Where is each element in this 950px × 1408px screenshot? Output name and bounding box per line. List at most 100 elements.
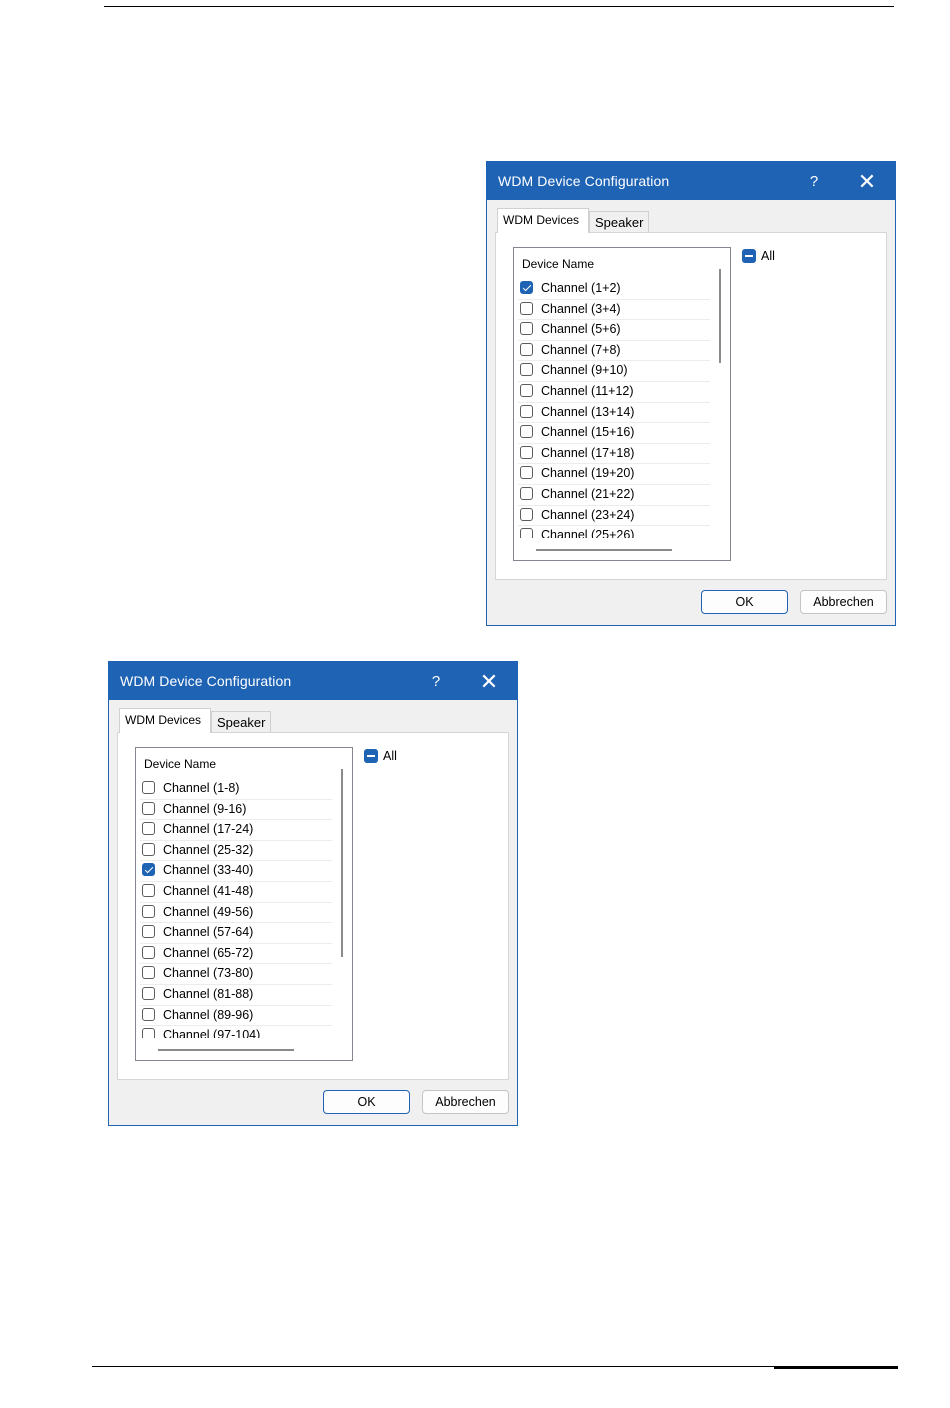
device-item-label: Channel (5+6)	[541, 322, 621, 337]
checked-checkbox-icon[interactable]	[520, 281, 533, 294]
help-button[interactable]: ?	[424, 671, 448, 693]
device-list-item[interactable]: Channel (57-64)	[140, 923, 332, 944]
device-list-item[interactable]: Channel (25+26)	[518, 526, 710, 538]
device-list-item[interactable]: Channel (9+10)	[518, 361, 710, 382]
dialog-title: WDM Device Configuration	[498, 173, 670, 189]
device-list-item[interactable]: Channel (3+4)	[518, 300, 710, 321]
wdm-config-dialog-eight-channel: WDM Device Configuration ? ✕ WDM Devices…	[108, 661, 518, 1126]
indeterminate-checkbox-icon[interactable]	[742, 249, 756, 263]
device-item-label: Channel (33-40)	[163, 863, 254, 878]
checkbox-icon[interactable]	[142, 904, 155, 918]
checkbox-icon[interactable]	[142, 945, 155, 959]
checkbox-icon[interactable]	[520, 363, 533, 377]
device-rows: Channel (1-8) Channel (9-16) Channel (17-2…	[140, 779, 332, 1038]
close-button[interactable]: ✕	[474, 669, 504, 695]
checkbox-icon[interactable]	[142, 842, 155, 856]
device-list-item[interactable]: Channel (19+20)	[518, 464, 710, 485]
cancel-button[interactable]: Abbrechen	[800, 590, 887, 614]
checkbox-icon[interactable]	[520, 383, 533, 397]
checkbox-icon[interactable]	[520, 301, 533, 315]
device-item-label: Channel (41-48)	[163, 883, 254, 898]
device-item-label: Channel (15+16)	[541, 425, 635, 440]
device-list-item[interactable]: Channel (73-80)	[140, 964, 332, 985]
checkbox-icon[interactable]	[520, 528, 533, 538]
dialog-titlebar[interactable]: WDM Device Configuration ? ✕	[487, 162, 895, 200]
tab-speaker[interactable]: Speaker	[589, 211, 649, 233]
device-list-item[interactable]: Channel (17-24)	[140, 820, 332, 841]
close-button[interactable]: ✕	[852, 169, 882, 195]
device-item-label: Channel (25-32)	[163, 842, 254, 857]
device-item-label: Channel (19+20)	[541, 466, 635, 481]
device-list-item[interactable]: Channel (49-56)	[140, 903, 332, 924]
checkbox-icon[interactable]	[142, 781, 155, 794]
device-list-item[interactable]: Channel (11+12)	[518, 382, 710, 403]
column-header-device-name[interactable]: Device Name	[144, 757, 216, 771]
checkbox-icon[interactable]	[520, 507, 533, 521]
device-list-item[interactable]: Channel (1+2)	[518, 279, 710, 300]
checkbox-icon[interactable]	[520, 486, 533, 500]
checked-checkbox-icon[interactable]	[142, 863, 155, 877]
device-item-label: Channel (9-16)	[163, 801, 247, 816]
checkbox-icon[interactable]	[520, 342, 533, 356]
page-footer-rule-accent	[774, 1366, 898, 1369]
cancel-button[interactable]: Abbrechen	[422, 1090, 509, 1114]
ok-button[interactable]: OK	[323, 1090, 410, 1114]
device-list-item[interactable]: Channel (13+14)	[518, 403, 710, 424]
device-list-item[interactable]: Channel (89-96)	[140, 1006, 332, 1027]
device-list-item[interactable]: Channel (15+16)	[518, 423, 710, 444]
checkbox-icon[interactable]	[142, 801, 155, 815]
device-list-item[interactable]: Channel (21+22)	[518, 485, 710, 506]
device-item-label: Channel (1-8)	[163, 781, 240, 795]
ok-button[interactable]: OK	[701, 590, 788, 614]
device-list-item[interactable]: Channel (23+24)	[518, 506, 710, 527]
checkbox-icon[interactable]	[520, 445, 533, 459]
device-list-item[interactable]: Channel (65-72)	[140, 944, 332, 965]
device-list-item[interactable]: Channel (9-16)	[140, 800, 332, 821]
device-item-label: Channel (65-72)	[163, 945, 254, 960]
column-header-device-name[interactable]: Device Name	[522, 257, 594, 271]
device-list-item[interactable]: Channel (5+6)	[518, 320, 710, 341]
help-button[interactable]: ?	[802, 171, 826, 193]
device-item-label: Channel (23+24)	[541, 507, 635, 522]
device-item-label: Channel (17-24)	[163, 822, 254, 837]
wdm-config-dialog-stereo: WDM Device Configuration ? ✕ WDM Devices…	[486, 161, 896, 626]
device-list-item[interactable]: Channel (97-104)	[140, 1026, 332, 1038]
checkbox-icon[interactable]	[142, 883, 155, 897]
checkbox-icon[interactable]	[142, 1007, 155, 1021]
device-item-label: Channel (89-96)	[163, 1007, 254, 1022]
device-list-item[interactable]: Channel (41-48)	[140, 882, 332, 903]
vertical-scrollbar[interactable]	[341, 769, 343, 957]
device-list-item[interactable]: Channel (7+8)	[518, 341, 710, 362]
tab-speaker[interactable]: Speaker	[211, 711, 271, 733]
checkbox-icon[interactable]	[520, 404, 533, 418]
tab-wdm-devices[interactable]: WDM Devices	[119, 708, 211, 733]
device-list[interactable]: Device Name Channel (1-8) Channel (9-16) C…	[135, 747, 353, 1061]
device-list-item[interactable]: Channel (1-8)	[140, 779, 332, 800]
horizontal-scrollbar[interactable]	[536, 549, 672, 551]
checkbox-icon[interactable]	[520, 466, 533, 480]
device-list-item[interactable]: Channel (81-88)	[140, 985, 332, 1006]
device-item-label: Channel (73-80)	[163, 966, 254, 981]
tab-wdm-devices[interactable]: WDM Devices	[497, 208, 589, 233]
checkbox-icon[interactable]	[142, 986, 155, 1000]
device-item-label: Channel (25+26)	[541, 528, 635, 538]
device-item-label: Channel (21+22)	[541, 486, 635, 501]
device-list-item[interactable]: Channel (25-32)	[140, 841, 332, 862]
device-list[interactable]: Device Name Channel (1+2) Channel (3+4) Ch…	[513, 247, 731, 561]
checkbox-icon[interactable]	[520, 322, 533, 336]
vertical-scrollbar[interactable]	[719, 269, 721, 363]
dialog-titlebar[interactable]: WDM Device Configuration ? ✕	[109, 662, 517, 700]
checkbox-icon[interactable]	[520, 425, 533, 439]
tab-panel-wdm-devices: Device Name Channel (1-8) Channel (9-16) C…	[117, 732, 509, 1080]
device-list-item[interactable]: Channel (33-40)	[140, 861, 332, 882]
horizontal-scrollbar[interactable]	[158, 1049, 294, 1051]
tab-panel-wdm-devices: Device Name Channel (1+2) Channel (3+4) Ch…	[495, 232, 887, 580]
checkbox-icon[interactable]	[142, 822, 155, 836]
indeterminate-checkbox-icon[interactable]	[364, 749, 378, 763]
device-list-item[interactable]: Channel (17+18)	[518, 444, 710, 465]
checkbox-icon[interactable]	[142, 966, 155, 980]
all-label: All	[761, 249, 775, 263]
checkbox-icon[interactable]	[142, 925, 155, 939]
page-header-rule	[104, 6, 894, 7]
checkbox-icon[interactable]	[142, 1028, 155, 1038]
